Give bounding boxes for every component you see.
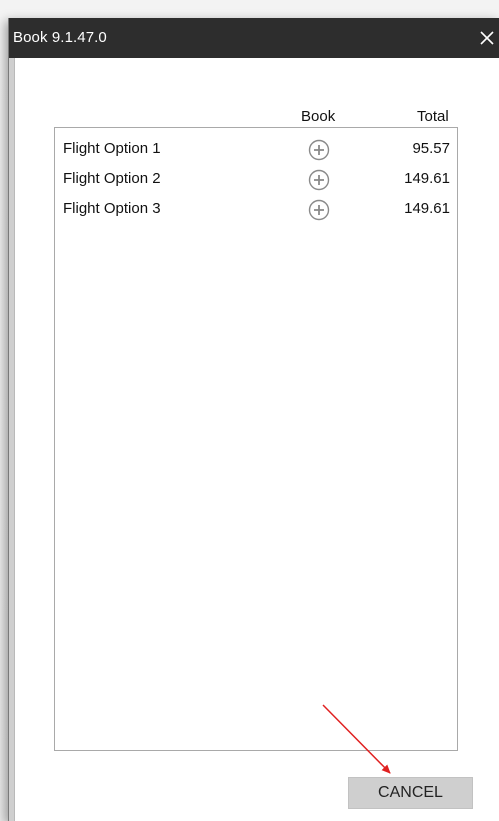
column-headers: Book Total [9,108,499,128]
list-item: Flight Option 2 149.61 [55,166,457,196]
flight-option-name: Flight Option 2 [63,170,161,187]
plus-circle-icon [308,139,330,161]
cancel-button[interactable]: CANCEL [348,777,473,809]
book-flight-option-1-button[interactable] [308,139,330,161]
plus-circle-icon [308,169,330,191]
list-item: Flight Option 3 149.61 [55,196,457,226]
book-flight-option-2-button[interactable] [308,169,330,191]
window-title: Book 9.1.47.0 [13,29,107,46]
list-item: Flight Option 1 95.57 [55,136,457,166]
column-header-total: Total [417,108,449,125]
column-header-book: Book [301,108,336,125]
plus-circle-icon [308,199,330,221]
window-left-edge [9,58,15,821]
flight-option-name: Flight Option 1 [63,140,161,157]
flight-option-name: Flight Option 3 [63,200,161,217]
close-button[interactable] [474,18,499,58]
flight-option-total: 95.57 [412,140,450,157]
book-flight-option-3-button[interactable] [308,199,330,221]
close-icon [480,31,494,45]
title-bar[interactable]: Book 9.1.47.0 [9,18,499,58]
flight-option-total: 149.61 [404,170,450,187]
flight-option-total: 149.61 [404,200,450,217]
book-dialog-window: Book 9.1.47.0 Book Total Flight Option 1… [8,18,499,821]
flight-options-list[interactable]: Flight Option 1 95.57 Flight Option 2 14… [54,127,458,751]
